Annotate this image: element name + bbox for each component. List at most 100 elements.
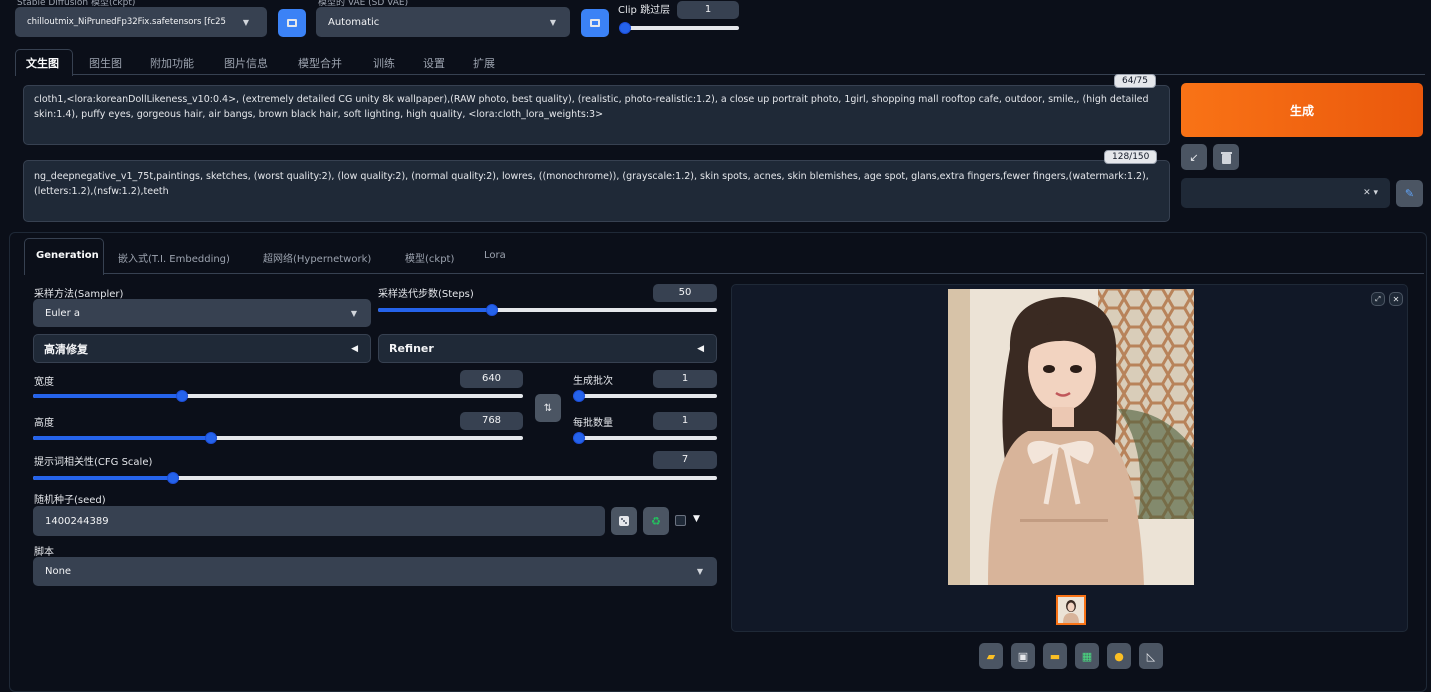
- ruler-icon: ◺: [1146, 649, 1156, 663]
- model-value: chilloutmix_NiPrunedFp32Fix.safetensors …: [27, 17, 226, 27]
- close-icon: ✕: [1392, 294, 1400, 304]
- script-dropdown[interactable]: None ▼: [33, 557, 717, 586]
- tab-txt2img[interactable]: 文生图: [26, 55, 59, 71]
- script-label: 脚本: [34, 547, 54, 558]
- chevron-down-icon: ▼: [350, 308, 357, 318]
- generated-image[interactable]: [948, 289, 1194, 585]
- extra-seed-checkbox[interactable]: [675, 515, 686, 526]
- send-to-inpaint-button[interactable]: ●: [1107, 643, 1131, 669]
- portrait-illustration: [948, 289, 1194, 585]
- triangle-left-icon: ◀: [351, 343, 358, 354]
- height-input[interactable]: 768: [460, 412, 523, 430]
- folder-icon: ▰: [986, 649, 996, 663]
- seed-value: 1400244389: [45, 515, 109, 527]
- tab-lora[interactable]: Lora: [484, 250, 506, 261]
- script-value: None: [45, 566, 72, 577]
- hires-fix-accordion[interactable]: 高清修复 ◀: [33, 334, 371, 363]
- chevron-down-icon: ▼: [549, 17, 556, 27]
- generate-label: 生成: [1289, 103, 1314, 118]
- gallery-thumbnail[interactable]: [1056, 595, 1086, 625]
- main-tab-bar: 文生图 图生图 附加功能 图片信息 模型合并 训练 设置 扩展: [15, 49, 1425, 76]
- close-gallery-button[interactable]: ✕: [1389, 292, 1403, 306]
- styles-dropdown[interactable]: ✕ ▾: [1181, 178, 1390, 208]
- send-to-extras-button[interactable]: ◺: [1139, 643, 1163, 669]
- open-folder-button[interactable]: ▰: [979, 643, 1003, 669]
- prompt-text: cloth1,<lora:koreanDollLikeness_v10:0.4>…: [34, 94, 1149, 120]
- refresh-icon: [590, 19, 600, 27]
- prompt-token-counter: 64/75: [1114, 74, 1156, 88]
- read-params-button[interactable]: ↙: [1181, 144, 1207, 170]
- tab-checkpoints[interactable]: 模型(ckpt): [405, 250, 454, 265]
- trash-icon: [1220, 151, 1232, 164]
- seed-input[interactable]: 1400244389: [33, 506, 605, 536]
- sampler-dropdown[interactable]: Euler a ▼: [33, 299, 371, 327]
- expand-icon: ⤢: [1375, 294, 1381, 303]
- clip-skip-slider[interactable]: [619, 21, 739, 35]
- zip-button[interactable]: ▬: [1043, 643, 1067, 669]
- steps-label: 采样迭代步数(Steps): [378, 289, 474, 300]
- tab-train[interactable]: 训练: [373, 55, 395, 71]
- clear-chevron-icon: ✕ ▾: [1363, 188, 1378, 198]
- sub-tab-bar: Generation 嵌入式(T.I. Embedding) 超网络(Hyper…: [24, 236, 1424, 275]
- steps-slider[interactable]: [378, 303, 717, 317]
- tab-hypernetwork[interactable]: 超网络(Hypernetwork): [263, 250, 371, 265]
- triangle-left-icon: ◀: [697, 343, 704, 354]
- hires-fix-label: 高清修复: [44, 342, 88, 356]
- swap-icon: ⇅: [543, 402, 553, 414]
- vae-value: Automatic: [328, 16, 380, 28]
- batch-count-slider[interactable]: [573, 389, 717, 403]
- steps-input[interactable]: 50: [653, 284, 717, 302]
- model-select-group: Stable Diffusion 模型(ckpt) chilloutmix_Ni…: [15, 0, 267, 40]
- negative-prompt-textarea[interactable]: ng_deepnegative_v1_75t,paintings, sketch…: [23, 160, 1170, 222]
- tab-png-info[interactable]: 图片信息: [224, 55, 268, 71]
- cfg-label: 提示词相关性(CFG Scale): [34, 457, 153, 468]
- recycle-icon: ♻: [651, 514, 661, 528]
- send-to-img2img-button[interactable]: ▦: [1075, 643, 1099, 669]
- clip-skip-input[interactable]: 1: [677, 1, 739, 19]
- swap-dimensions-button[interactable]: ⇅: [535, 394, 561, 422]
- tab-settings[interactable]: 设置: [423, 55, 445, 71]
- refresh-model-button[interactable]: [278, 9, 306, 37]
- batch-count-input[interactable]: 1: [653, 370, 717, 388]
- arrow-down-left-icon: ↙: [1189, 150, 1199, 164]
- chevron-down-icon: ▼: [242, 17, 249, 27]
- width-label: 宽度: [34, 377, 54, 388]
- palette-icon: ●: [1114, 649, 1124, 663]
- random-seed-button[interactable]: [611, 507, 637, 535]
- height-slider[interactable]: [33, 431, 523, 445]
- image-icon: ▦: [1081, 649, 1093, 663]
- reuse-seed-button[interactable]: ♻: [643, 507, 669, 535]
- fullscreen-button[interactable]: ⤢: [1371, 292, 1385, 306]
- batch-count-label: 生成批次: [573, 376, 613, 387]
- batch-size-slider[interactable]: [573, 431, 717, 445]
- dice-icon: [619, 516, 629, 526]
- seed-label: 随机种子(seed): [34, 495, 106, 506]
- cfg-input[interactable]: 7: [653, 451, 717, 469]
- generate-button[interactable]: 生成: [1181, 83, 1423, 137]
- tab-img2img[interactable]: 图生图: [89, 55, 122, 71]
- save-button[interactable]: ▣: [1011, 643, 1035, 669]
- batch-size-input[interactable]: 1: [653, 412, 717, 430]
- tab-extensions[interactable]: 扩展: [473, 55, 495, 71]
- chevron-down-icon: ▼: [696, 567, 703, 576]
- prompt-textarea[interactable]: cloth1,<lora:koreanDollLikeness_v10:0.4>…: [23, 85, 1170, 145]
- batch-size-label: 每批数量: [573, 418, 613, 429]
- vae-dropdown[interactable]: Automatic ▼: [316, 7, 570, 37]
- tab-extras[interactable]: 附加功能: [150, 55, 194, 71]
- tab-textual-inversion[interactable]: 嵌入式(T.I. Embedding): [118, 250, 230, 265]
- model-dropdown[interactable]: chilloutmix_NiPrunedFp32Fix.safetensors …: [15, 7, 267, 37]
- negative-prompt-text: ng_deepnegative_v1_75t,paintings, sketch…: [34, 171, 1149, 197]
- tab-checkpoint-merger[interactable]: 模型合并: [298, 55, 342, 71]
- width-slider[interactable]: [33, 389, 523, 403]
- edit-styles-button[interactable]: ✎: [1396, 180, 1423, 207]
- refiner-accordion[interactable]: Refiner ◀: [378, 334, 717, 363]
- refresh-vae-button[interactable]: [581, 9, 609, 37]
- refiner-label: Refiner: [389, 342, 434, 355]
- cfg-slider[interactable]: [33, 471, 717, 485]
- width-input[interactable]: 640: [460, 370, 523, 388]
- zip-icon: ▬: [1049, 649, 1061, 663]
- expand-triangle-icon[interactable]: ▼: [693, 514, 700, 524]
- sampler-value: Euler a: [45, 307, 81, 319]
- clear-prompt-button[interactable]: [1213, 144, 1239, 170]
- tab-generation[interactable]: Generation: [36, 250, 99, 261]
